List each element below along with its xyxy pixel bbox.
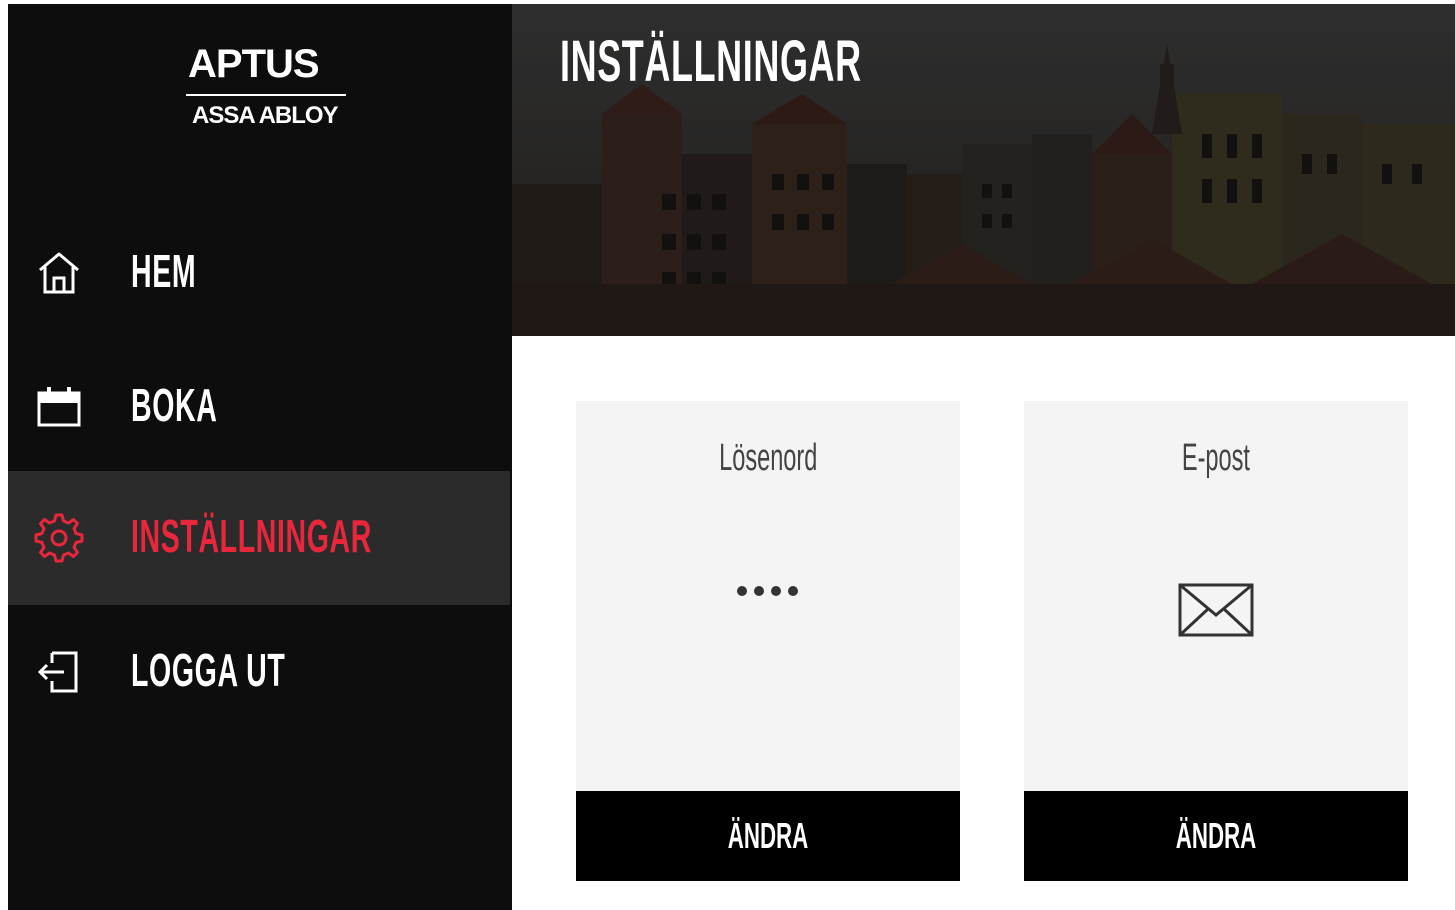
email-card-title-wrapper: E-post	[1024, 437, 1408, 480]
password-card-title-wrapper: Lösenord	[576, 437, 960, 480]
gear-icon	[34, 513, 84, 563]
nav-label-logga-ut: LOGGA UT	[131, 644, 286, 696]
change-password-button[interactable]: ÄNDRA	[576, 791, 960, 881]
nav-label-installningar: INSTÄLLNINGAR	[131, 510, 372, 562]
envelope-icon	[1024, 583, 1408, 642]
change-password-button-label: ÄNDRA	[727, 815, 809, 856]
page-title: INSTÄLLNINGAR	[560, 29, 862, 94]
nav-label-boka: BOKA	[131, 379, 218, 431]
email-card: E-post ÄNDRA	[1024, 401, 1408, 881]
brand-name: APTUS	[188, 42, 320, 86]
nav-item-hem[interactable]: HEM	[8, 206, 510, 340]
aptus-logo: APTUS ASSA ABLOY	[180, 42, 350, 134]
change-email-button-label: ÄNDRA	[1175, 815, 1257, 856]
change-email-button[interactable]: ÄNDRA	[1024, 791, 1408, 881]
brand-subtitle: ASSA ABLOY	[192, 102, 339, 129]
calendar-icon	[37, 387, 81, 427]
nav-item-logga-ut[interactable]: LOGGA UT	[8, 605, 510, 739]
nav-item-boka[interactable]: BOKA	[8, 340, 510, 474]
password-dots-icon	[576, 581, 960, 606]
nav-item-installningar[interactable]: INSTÄLLNINGAR	[8, 471, 510, 605]
sidebar: APTUS ASSA ABLOY HEM BOKA INSTÄLLNINGAR	[8, 4, 512, 910]
email-card-title: E-post	[1181, 437, 1251, 479]
nav-label-hem: HEM	[131, 245, 197, 297]
logout-icon	[37, 651, 78, 693]
home-icon	[39, 252, 79, 294]
logo-divider	[186, 94, 346, 96]
header-banner: INSTÄLLNINGAR	[512, 4, 1455, 336]
password-card-title: Lösenord	[718, 437, 818, 479]
password-card: Lösenord ÄNDRA	[576, 401, 960, 881]
